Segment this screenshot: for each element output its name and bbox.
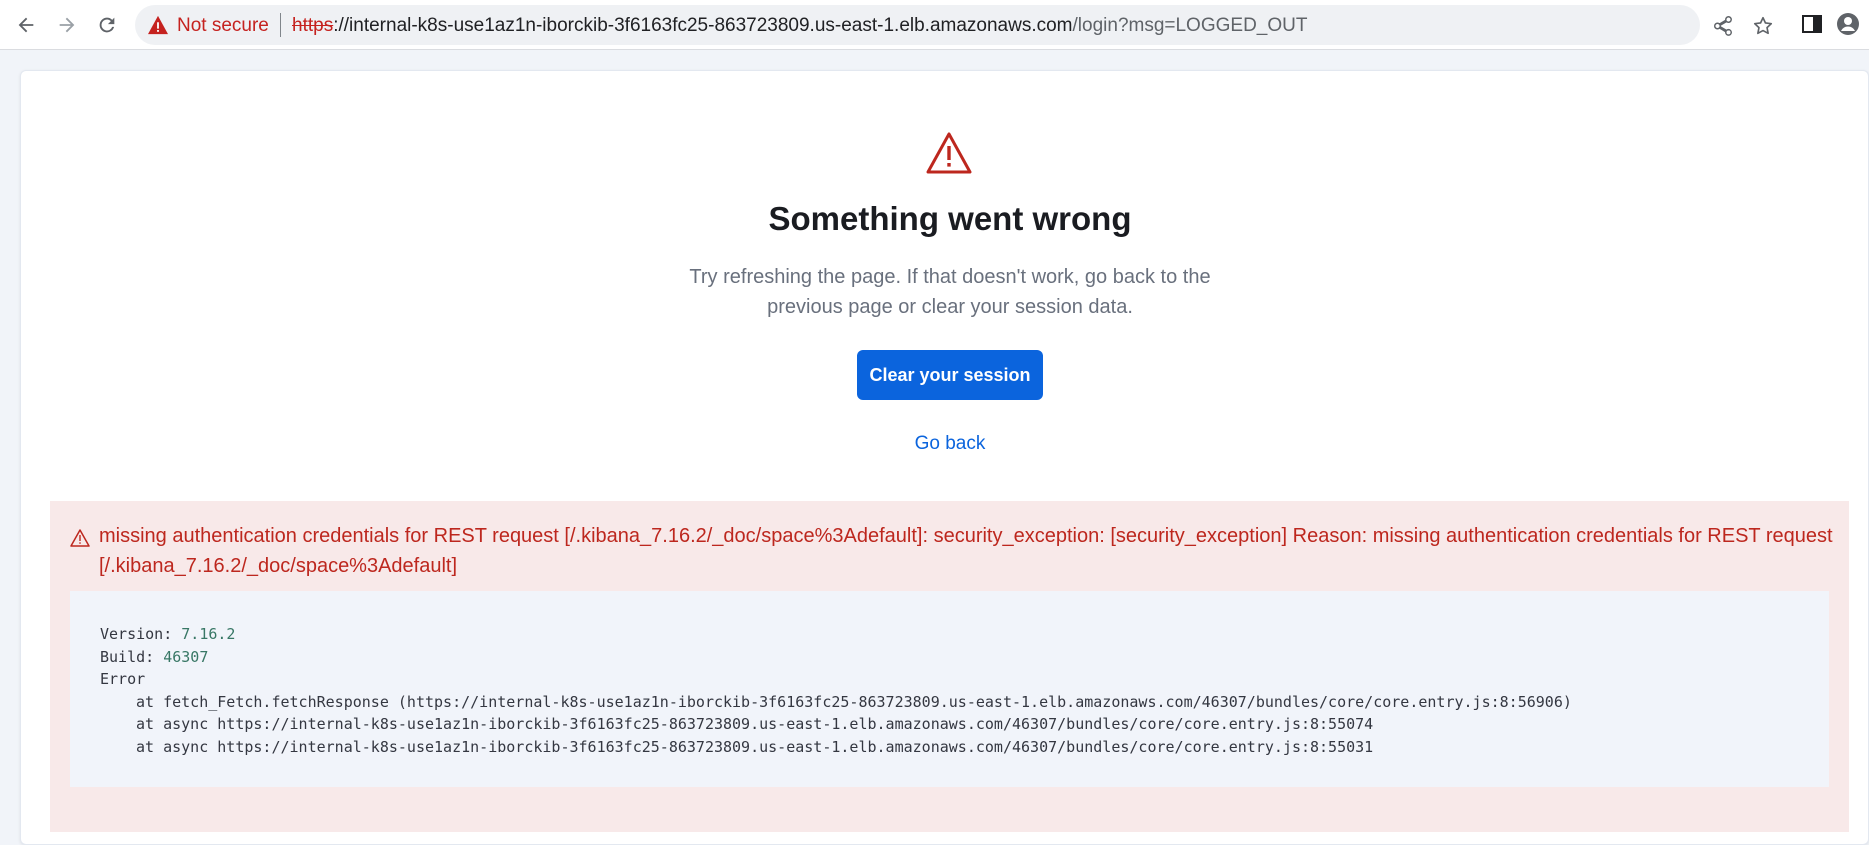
url-path: /login?msg=LOGGED_OUT	[1072, 15, 1308, 36]
build-value: 46307	[163, 647, 209, 666]
clear-session-button[interactable]: Clear your session	[857, 350, 1043, 400]
stack-trace-box: Version: 7.16.2 Build: 46307 Error at fetch…	[70, 591, 1829, 787]
omnibox-divider	[280, 13, 281, 37]
reload-icon	[99, 17, 115, 33]
reload-button[interactable]	[91, 9, 123, 41]
browser-toolbar: Not secure https://internal-k8s-use1az1n…	[0, 0, 1869, 50]
error-description: Try refreshing the page. If that doesn't…	[689, 266, 1211, 318]
build-line: Build: 46307	[100, 646, 1572, 669]
address-bar[interactable]: Not secure https://internal-k8s-use1az1n…	[135, 5, 1773, 45]
url-scheme: https	[292, 15, 334, 36]
error-line: Error	[100, 670, 146, 688]
not-secure-label[interactable]: Not secure	[177, 15, 269, 37]
star-icon[interactable]	[1752, 15, 1774, 37]
warning-icon	[148, 15, 168, 35]
page-title: Something went wrong	[768, 200, 1132, 237]
alert-icon	[70, 529, 90, 547]
back-button[interactable]	[10, 9, 42, 41]
stack-trace: Version: 7.16.2 Build: 46307 Error at fetch…	[100, 623, 1572, 758]
warning-triangle-icon	[926, 132, 972, 174]
stack-frame: at fetch_Fetch.fetchResponse (https://in…	[136, 692, 1572, 711]
build-label: Build:	[100, 647, 164, 666]
stack-frame: at async https://internal-k8s-use1az1n-i…	[136, 715, 1374, 733]
side-panel-icon[interactable]	[1800, 12, 1824, 36]
version-line: Version: 7.16.2	[100, 623, 1572, 646]
share-icon[interactable]	[1712, 15, 1734, 37]
error-message: missing authentication credentials for R…	[99, 525, 1833, 577]
forward-button[interactable]	[51, 9, 83, 41]
version-label: Version:	[100, 625, 182, 643]
url-host: ://internal-k8s-use1az1n-iborckib-3f6163…	[333, 15, 1073, 36]
stack-frame: at async https://internal-k8s-use1az1n-i…	[136, 737, 1374, 756]
version-value: 7.16.2	[181, 625, 236, 643]
profile-icon[interactable]	[1836, 12, 1860, 36]
forward-arrow-icon	[59, 17, 75, 33]
error-callout: missing authentication credentials for R…	[50, 501, 1849, 832]
back-arrow-icon	[18, 17, 34, 33]
go-back-link[interactable]: Go back	[880, 433, 1020, 455]
url-text[interactable]: https://internal-k8s-use1az1n-iborckib-3…	[292, 15, 1307, 37]
